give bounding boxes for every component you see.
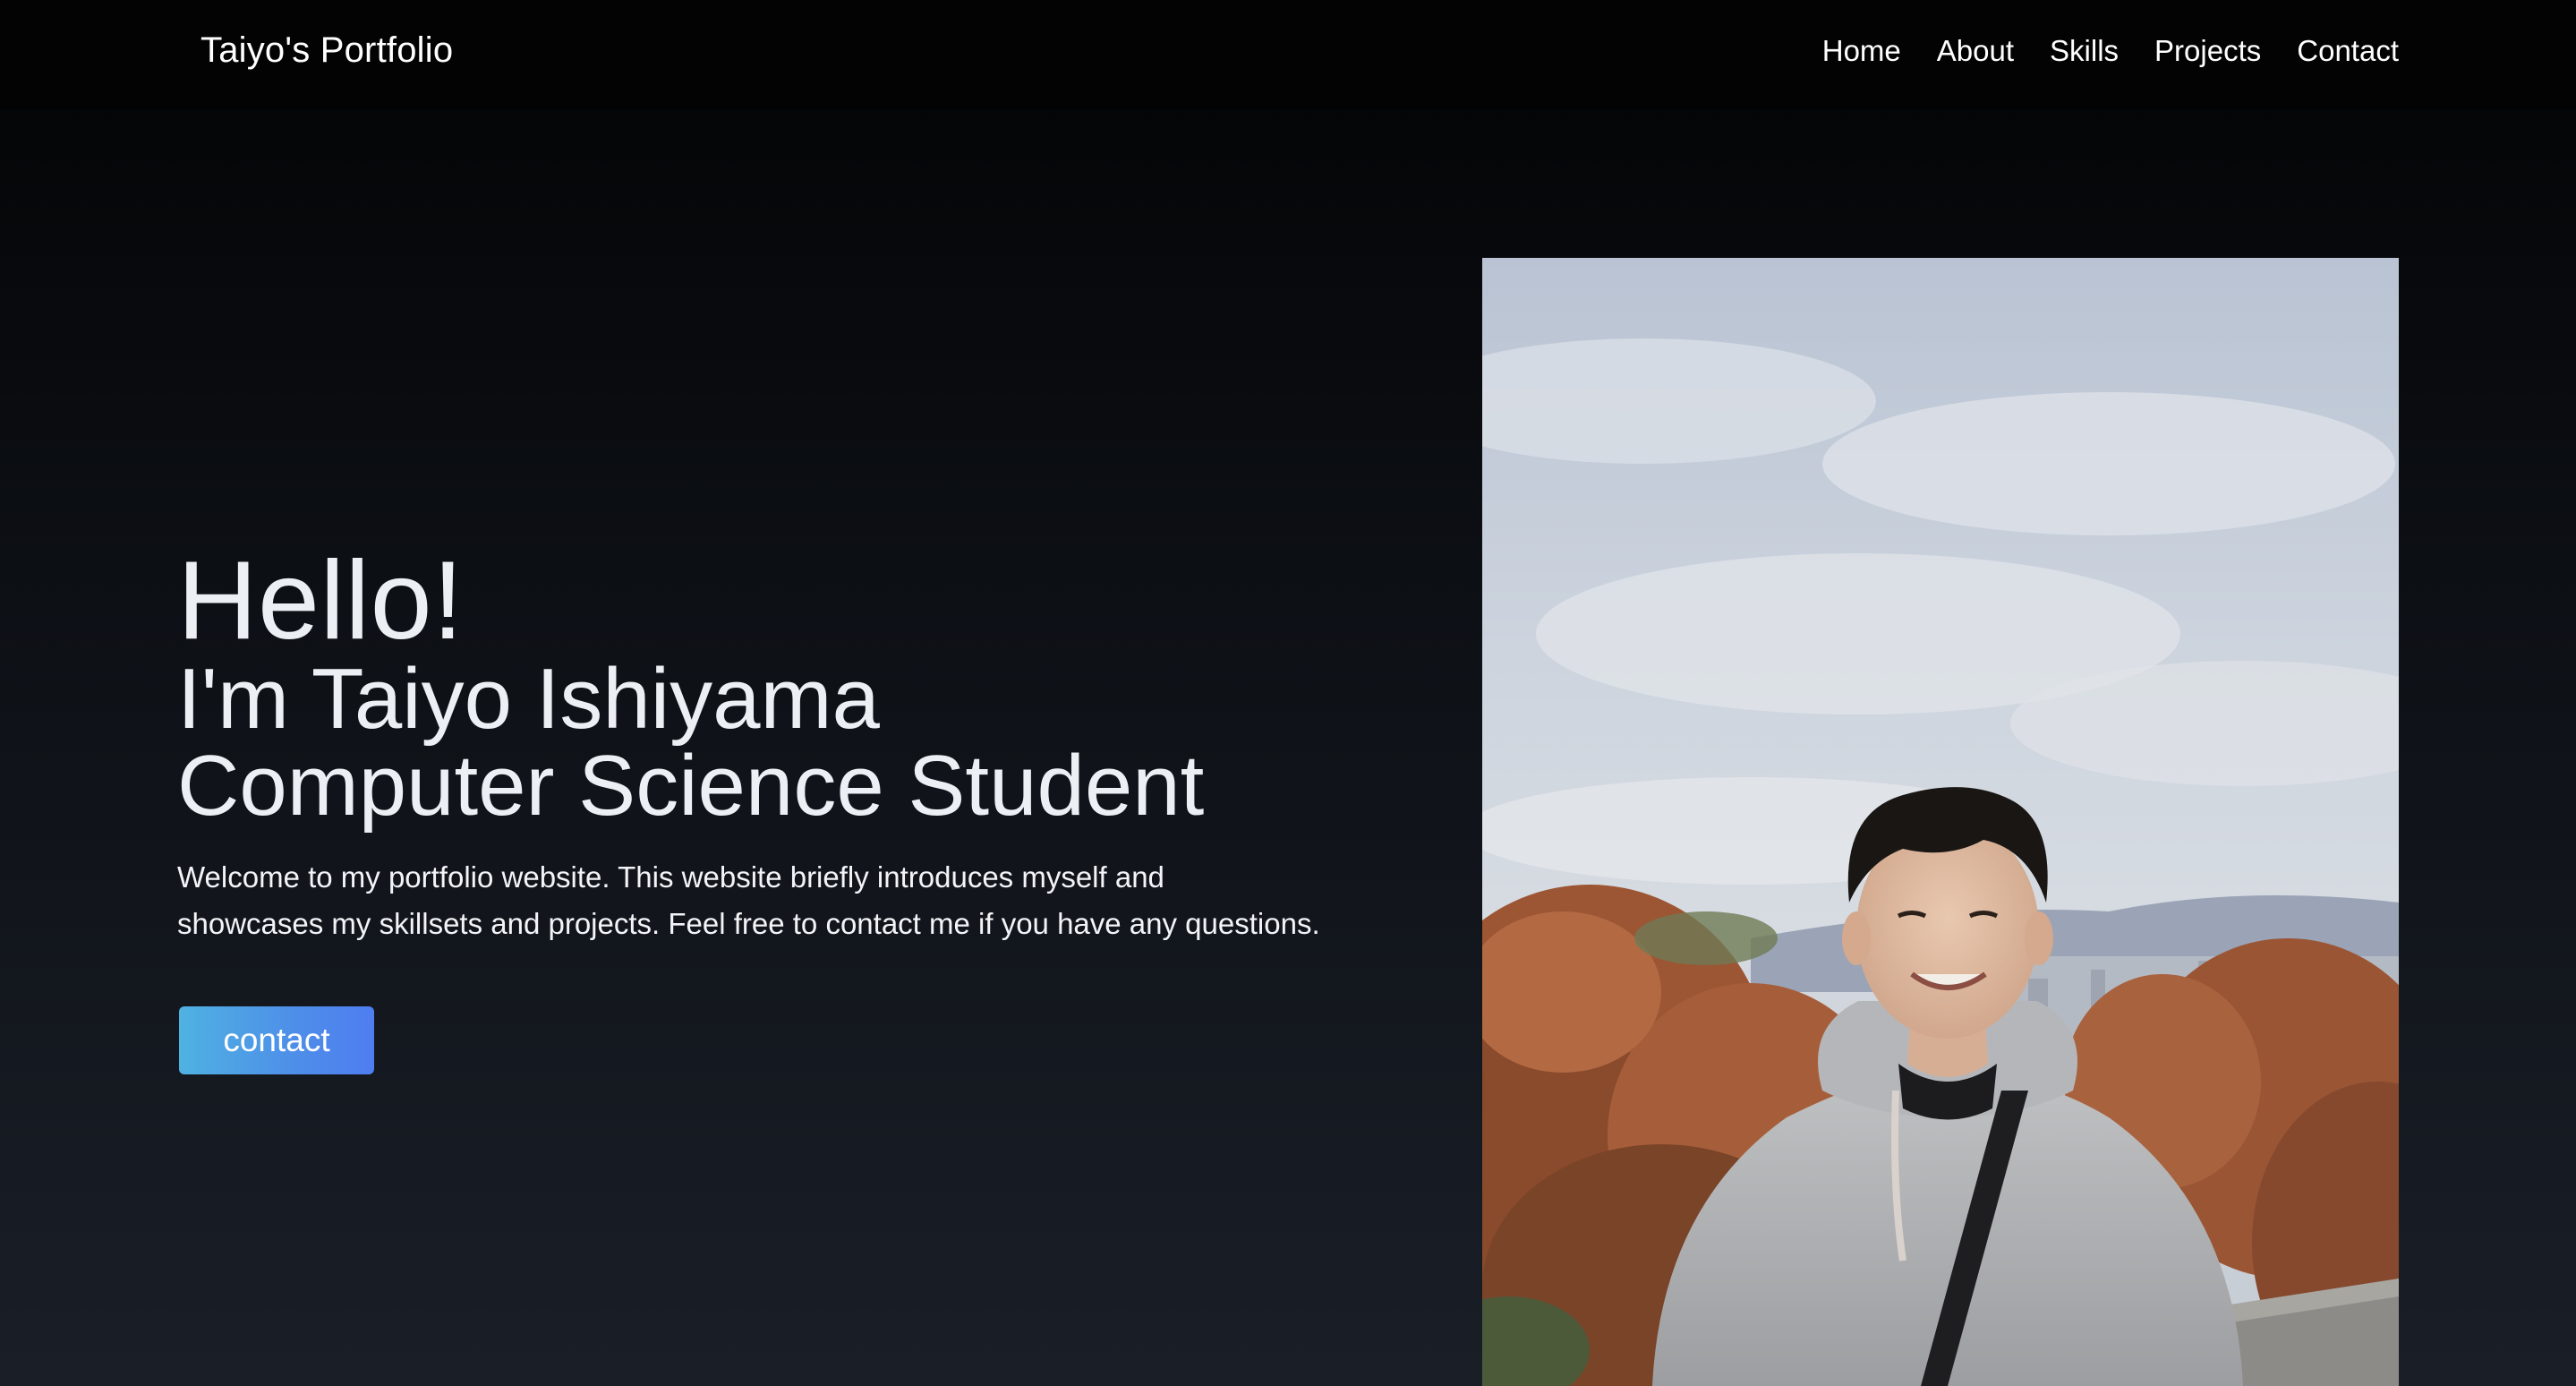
nav-link-skills[interactable]: Skills [2050, 34, 2119, 68]
hero-greeting: Hello! [177, 539, 465, 663]
nav-link-home[interactable]: Home [1822, 34, 1901, 68]
hero-intro-line-1: Welcome to my portfolio website. This we… [177, 860, 1164, 894]
nav-link-contact[interactable]: Contact [2297, 34, 2399, 68]
profile-photo-illustration [1482, 258, 2399, 1386]
profile-photo [1482, 258, 2399, 1386]
hero-section: Hello! I'm Taiyo Ishiyama Computer Scien… [177, 539, 1448, 947]
hero-name: I'm Taiyo Ishiyama [177, 651, 880, 747]
navbar: Taiyo's Portfolio Home About Skills Proj… [0, 0, 2576, 109]
contact-button[interactable]: contact [179, 1006, 374, 1074]
hero-intro-line-2: showcases my skillsets and projects. Fee… [177, 907, 1320, 940]
hero-role: Computer Science Student [177, 738, 1205, 834]
brand-logo-link[interactable]: Taiyo's Portfolio [200, 30, 453, 71]
hero-intro: Welcome to my portfolio website. This we… [177, 854, 1377, 947]
nav-links: Home About Skills Projects Contact [1822, 34, 2399, 68]
nav-link-about[interactable]: About [1937, 34, 2014, 68]
nav-link-projects[interactable]: Projects [2154, 34, 2261, 68]
